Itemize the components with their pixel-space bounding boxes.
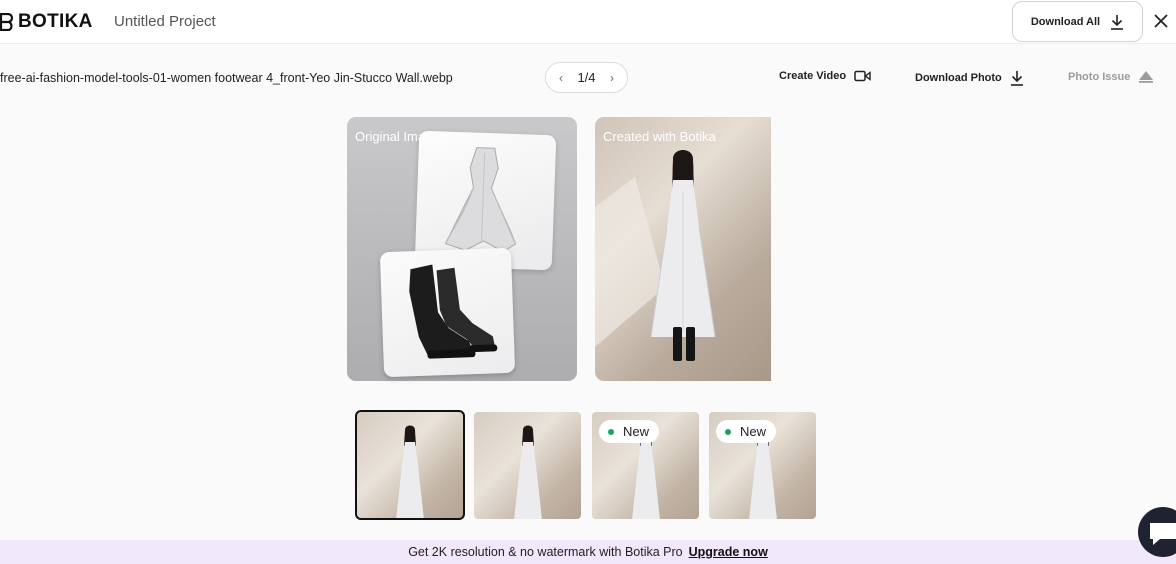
close-icon[interactable] (1152, 12, 1170, 30)
thumbnail-model-image (513, 425, 542, 519)
thumbnail-model-image (396, 425, 424, 518)
boots-product-photo (379, 247, 516, 378)
botika-logo-icon (0, 13, 14, 31)
created-image-label: Created with Botika (603, 129, 716, 144)
file-name: free-ai-fashion-model-tools-01-women foo… (0, 71, 453, 85)
top-header: BOTIKA Untitled Project Download All (0, 0, 1176, 44)
brand-name: BOTIKA (18, 11, 93, 32)
promo-text: Get 2K resolution & no watermark with Bo… (408, 545, 683, 559)
chevron-left-icon[interactable]: ‹ (556, 71, 566, 85)
new-badge-label: New (740, 424, 767, 439)
new-badge: New (716, 420, 777, 443)
image-pager: ‹ 1/4 › (545, 62, 628, 93)
thumbnail-3[interactable]: New (592, 412, 699, 519)
download-icon (1111, 14, 1124, 30)
status-dot (608, 428, 614, 435)
upgrade-now-link[interactable]: Upgrade now (689, 545, 768, 559)
brand-logo[interactable]: BOTIKA (0, 10, 93, 34)
photo-issue-label: Photo Issue (1068, 70, 1131, 83)
chat-button[interactable] (1138, 507, 1176, 557)
photo-issue-button[interactable]: Photo Issue (1068, 70, 1154, 83)
promo-banner: Get 2K resolution & no watermark with Bo… (0, 540, 1176, 564)
thumbnail-2[interactable] (474, 412, 581, 519)
new-badge: New (599, 420, 660, 443)
chat-icon (1150, 523, 1176, 545)
chevron-right-icon[interactable]: › (607, 71, 617, 85)
status-dot (725, 428, 731, 435)
download-icon (1010, 71, 1023, 86)
project-title[interactable]: Untitled Project (114, 13, 216, 30)
download-all-button[interactable]: Download All (1012, 1, 1143, 42)
thumbnail-4[interactable]: New (709, 412, 816, 519)
download-photo-button[interactable]: Download Photo (915, 70, 1024, 86)
created-image-card[interactable]: Created with Botika (595, 117, 771, 381)
thumbnail-1[interactable] (355, 410, 465, 520)
create-video-button[interactable]: Create Video (779, 70, 871, 82)
pager-count: 1/4 (577, 70, 596, 85)
create-video-label: Create Video (779, 70, 847, 82)
new-badge-label: New (623, 424, 650, 439)
download-all-label: Download All (1030, 15, 1101, 28)
video-camera-icon (854, 70, 871, 82)
download-photo-label: Download Photo (915, 72, 1002, 84)
warning-triangle-icon (1139, 71, 1154, 83)
